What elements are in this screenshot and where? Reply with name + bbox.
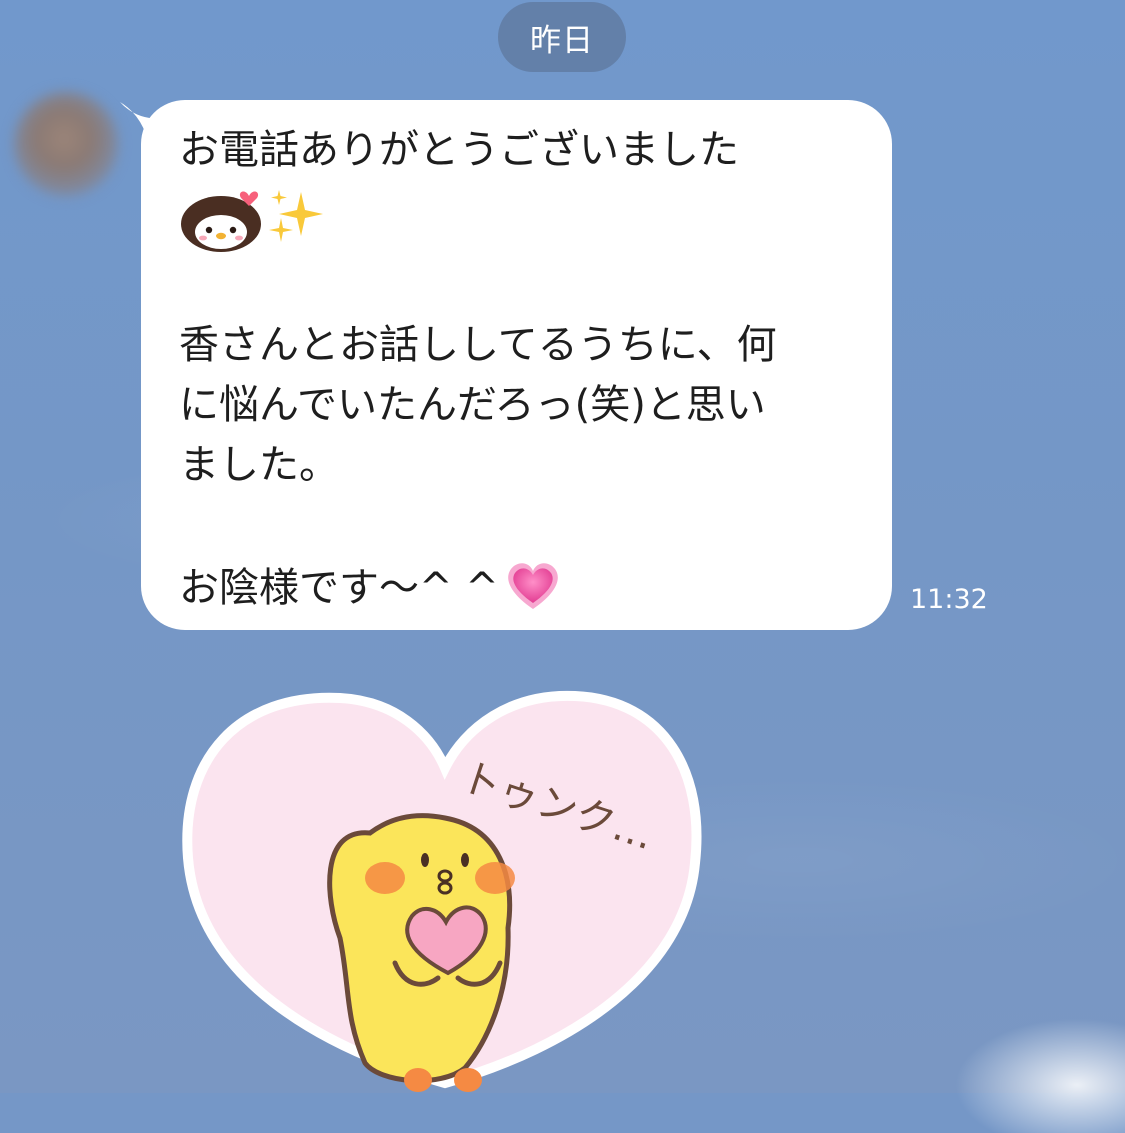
message-text-line-last: お陰様です〜^ ^ [179, 555, 862, 615]
message-bubble[interactable]: お電話ありがとうございました 香さんとお話ししてるうちに、何 に悩んでいたんだろ… [141, 100, 892, 630]
avatar[interactable] [14, 92, 118, 196]
message-text-line: お電話ありがとうございました [179, 127, 739, 173]
growing-heart-icon [507, 563, 558, 609]
message-text-line: 香さんとお話ししてるうちに、何 [179, 322, 777, 368]
message-timestamp: 11:32 [910, 584, 988, 615]
date-label: 昨日 [530, 22, 594, 59]
penguin-icon [181, 191, 261, 252]
message-text-line: ました。 [179, 442, 339, 488]
chick-sticker-icon[interactable]: トゥンク… [180, 688, 710, 1093]
sparkles-icon [269, 189, 323, 242]
message-text-line: に悩んでいたんだろっ(笑)と思い [179, 382, 766, 428]
emoji-row [179, 180, 862, 255]
cloud-decoration [945, 1013, 1125, 1133]
date-separator: 昨日 [498, 2, 626, 72]
message-text: お陰様です〜^ ^ [179, 565, 499, 611]
